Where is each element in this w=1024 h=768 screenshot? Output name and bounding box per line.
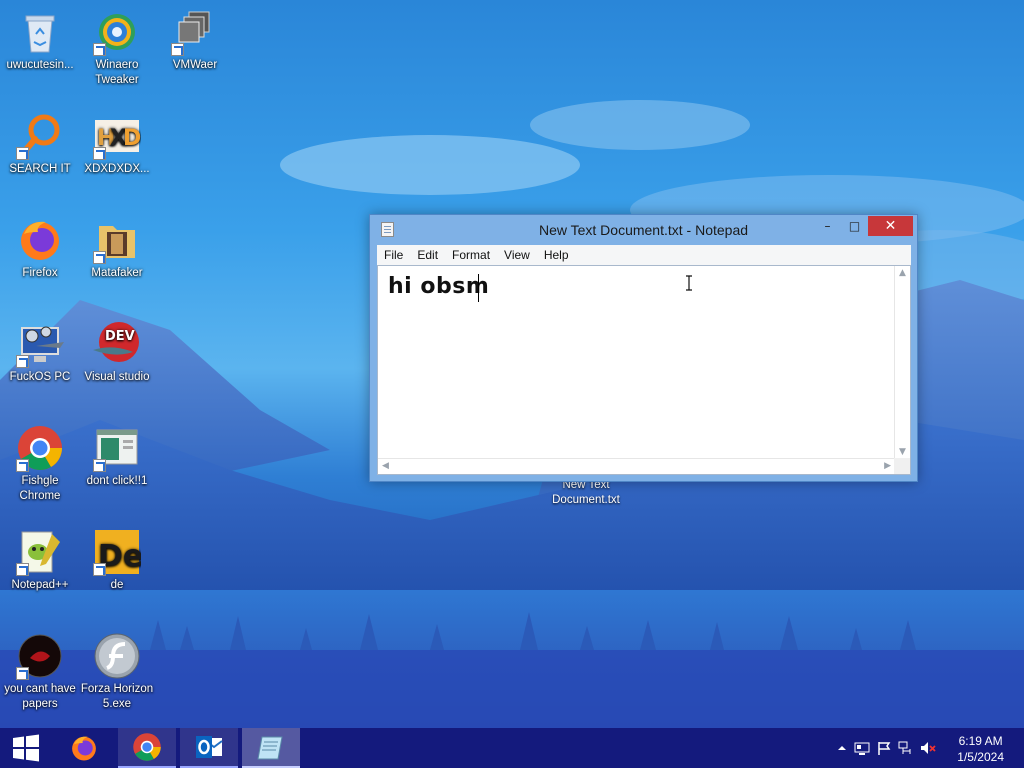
desktop-icon-xdxdxdx[interactable]: HXD XDXDXDX... — [77, 112, 157, 177]
svg-text:DEV: DEV — [105, 329, 135, 344]
maximize-button[interactable]: □ — [841, 216, 868, 236]
taskbar-outlook[interactable] — [180, 728, 238, 768]
menu-file[interactable]: File — [377, 245, 410, 262]
text-editor[interactable]: hi obsm ▲ ▼ ◀ ▶ — [377, 265, 911, 475]
desktop-icon-label: you cant have papers — [4, 683, 76, 710]
start-icon — [13, 734, 39, 762]
desktop-icon-visual-studio[interactable]: DEV Visual studio — [77, 320, 157, 385]
desktop-icon-label: VMWaer — [172, 59, 218, 71]
scroll-down-icon[interactable]: ▼ — [899, 447, 906, 457]
taskbar-notepad[interactable] — [242, 728, 300, 768]
text-caret — [478, 274, 479, 302]
editor-content[interactable]: hi obsm — [388, 274, 489, 299]
desktop-icon-de[interactable]: De de — [77, 528, 157, 593]
desktop-icon-label: Fishgle Chrome — [19, 475, 61, 502]
flag-icon[interactable] — [876, 740, 892, 756]
minimize-button[interactable]: – — [814, 216, 841, 236]
menu-edit[interactable]: Edit — [410, 245, 445, 262]
flash-icon — [94, 633, 140, 679]
svg-text:D: D — [123, 126, 141, 151]
notepad-window[interactable]: New Text Document.txt - Notepad – □ ✕ Fi… — [369, 214, 918, 482]
dev-icon: DEV — [93, 322, 139, 362]
desktop-icon-label: SEARCH IT — [9, 163, 71, 175]
firefox-icon — [21, 221, 59, 260]
desktop-icon-label: Firefox — [22, 267, 58, 279]
recycle-bin-icon — [25, 15, 55, 53]
volume-muted-icon[interactable] — [920, 740, 936, 756]
desktop-icon-label: uwucutesin... — [6, 59, 74, 71]
desktop-icon-forza-horizon[interactable]: Forza Horizon 5.exe — [77, 632, 157, 712]
chrome-icon — [133, 733, 161, 761]
network-icon[interactable] — [854, 740, 870, 756]
ibeam-cursor-icon — [686, 275, 692, 291]
notepad-titlebar[interactable]: New Text Document.txt - Notepad – □ ✕ — [370, 215, 917, 245]
menu-bar: File Edit Format View Help — [377, 245, 911, 265]
desktop-icon-label: Forza Horizon 5.exe — [80, 683, 154, 710]
desktop-icon-fishgle-chrome[interactable]: Fishgle Chrome — [0, 424, 80, 504]
taskbar-clock[interactable]: 6:19 AM 1/5/2024 — [957, 733, 1004, 765]
desktop-icon-notepad-plus-plus[interactable]: Notepad++ — [0, 528, 80, 593]
clock-date: 1/5/2024 — [957, 750, 1004, 764]
desktop-icon-label: de — [110, 579, 124, 591]
desktop-icon-label: FuckOS PC — [9, 371, 71, 383]
menu-help[interactable]: Help — [537, 245, 576, 262]
close-button[interactable]: ✕ — [868, 216, 913, 236]
scroll-up-icon[interactable]: ▲ — [899, 268, 906, 278]
chevron-up-icon[interactable] — [834, 740, 850, 756]
resize-grip-icon[interactable] — [894, 458, 910, 474]
desktop-icon-label: dont click!!1 — [86, 475, 148, 487]
horizontal-scrollbar[interactable]: ◀ ▶ — [378, 458, 895, 474]
outlook-icon — [196, 736, 223, 758]
start-button[interactable] — [0, 728, 52, 768]
desktop-icon-label: XDXDXDX... — [84, 163, 150, 175]
desktop-icon-fuckos-pc[interactable]: FuckOS PC — [0, 320, 80, 385]
clock-time: 6:19 AM — [958, 734, 1003, 748]
desktop-icon-you-cant-have-papers[interactable]: you cant have papers — [0, 632, 80, 712]
desktop-icon-matafaker[interactable]: Matafaker — [77, 216, 157, 281]
desktop-icon-vmwaer[interactable]: VMWaer — [155, 8, 235, 73]
menu-format[interactable]: Format — [445, 245, 497, 262]
desktop-icon-dont-click[interactable]: dont click!!1 — [77, 424, 157, 489]
desktop-icon-label: Notepad++ — [11, 579, 69, 591]
system-tray: 6:19 AM 1/5/2024 — [814, 728, 1024, 768]
desktop-icon-recycle-bin[interactable]: uwucutesin... — [0, 8, 80, 73]
vertical-scrollbar[interactable]: ▲ ▼ — [894, 266, 910, 459]
taskbar: 6:19 AM 1/5/2024 — [0, 728, 1024, 768]
desktop-file-new-text-document[interactable]: New Text Document.txt — [544, 478, 628, 508]
desktop-icon-winaero-tweaker[interactable]: Winaero Tweaker — [77, 8, 157, 88]
desktop-icon-firefox[interactable]: Firefox — [0, 216, 80, 281]
taskbar-chrome[interactable] — [118, 728, 176, 768]
notepad-icon — [257, 736, 283, 760]
firefox-icon — [72, 736, 96, 761]
scroll-right-icon[interactable]: ▶ — [884, 461, 891, 471]
desktop-icon-label: Matafaker — [91, 267, 143, 279]
desktop-icon-search-it[interactable]: SEARCH IT — [0, 112, 80, 177]
desktop-icon-label: Visual studio — [84, 371, 150, 383]
menu-view[interactable]: View — [497, 245, 537, 262]
taskbar-firefox[interactable] — [58, 728, 110, 768]
ethernet-icon[interactable] — [898, 740, 914, 756]
scroll-left-icon[interactable]: ◀ — [382, 461, 389, 471]
desktop-icon-label: Winaero Tweaker — [95, 59, 139, 86]
